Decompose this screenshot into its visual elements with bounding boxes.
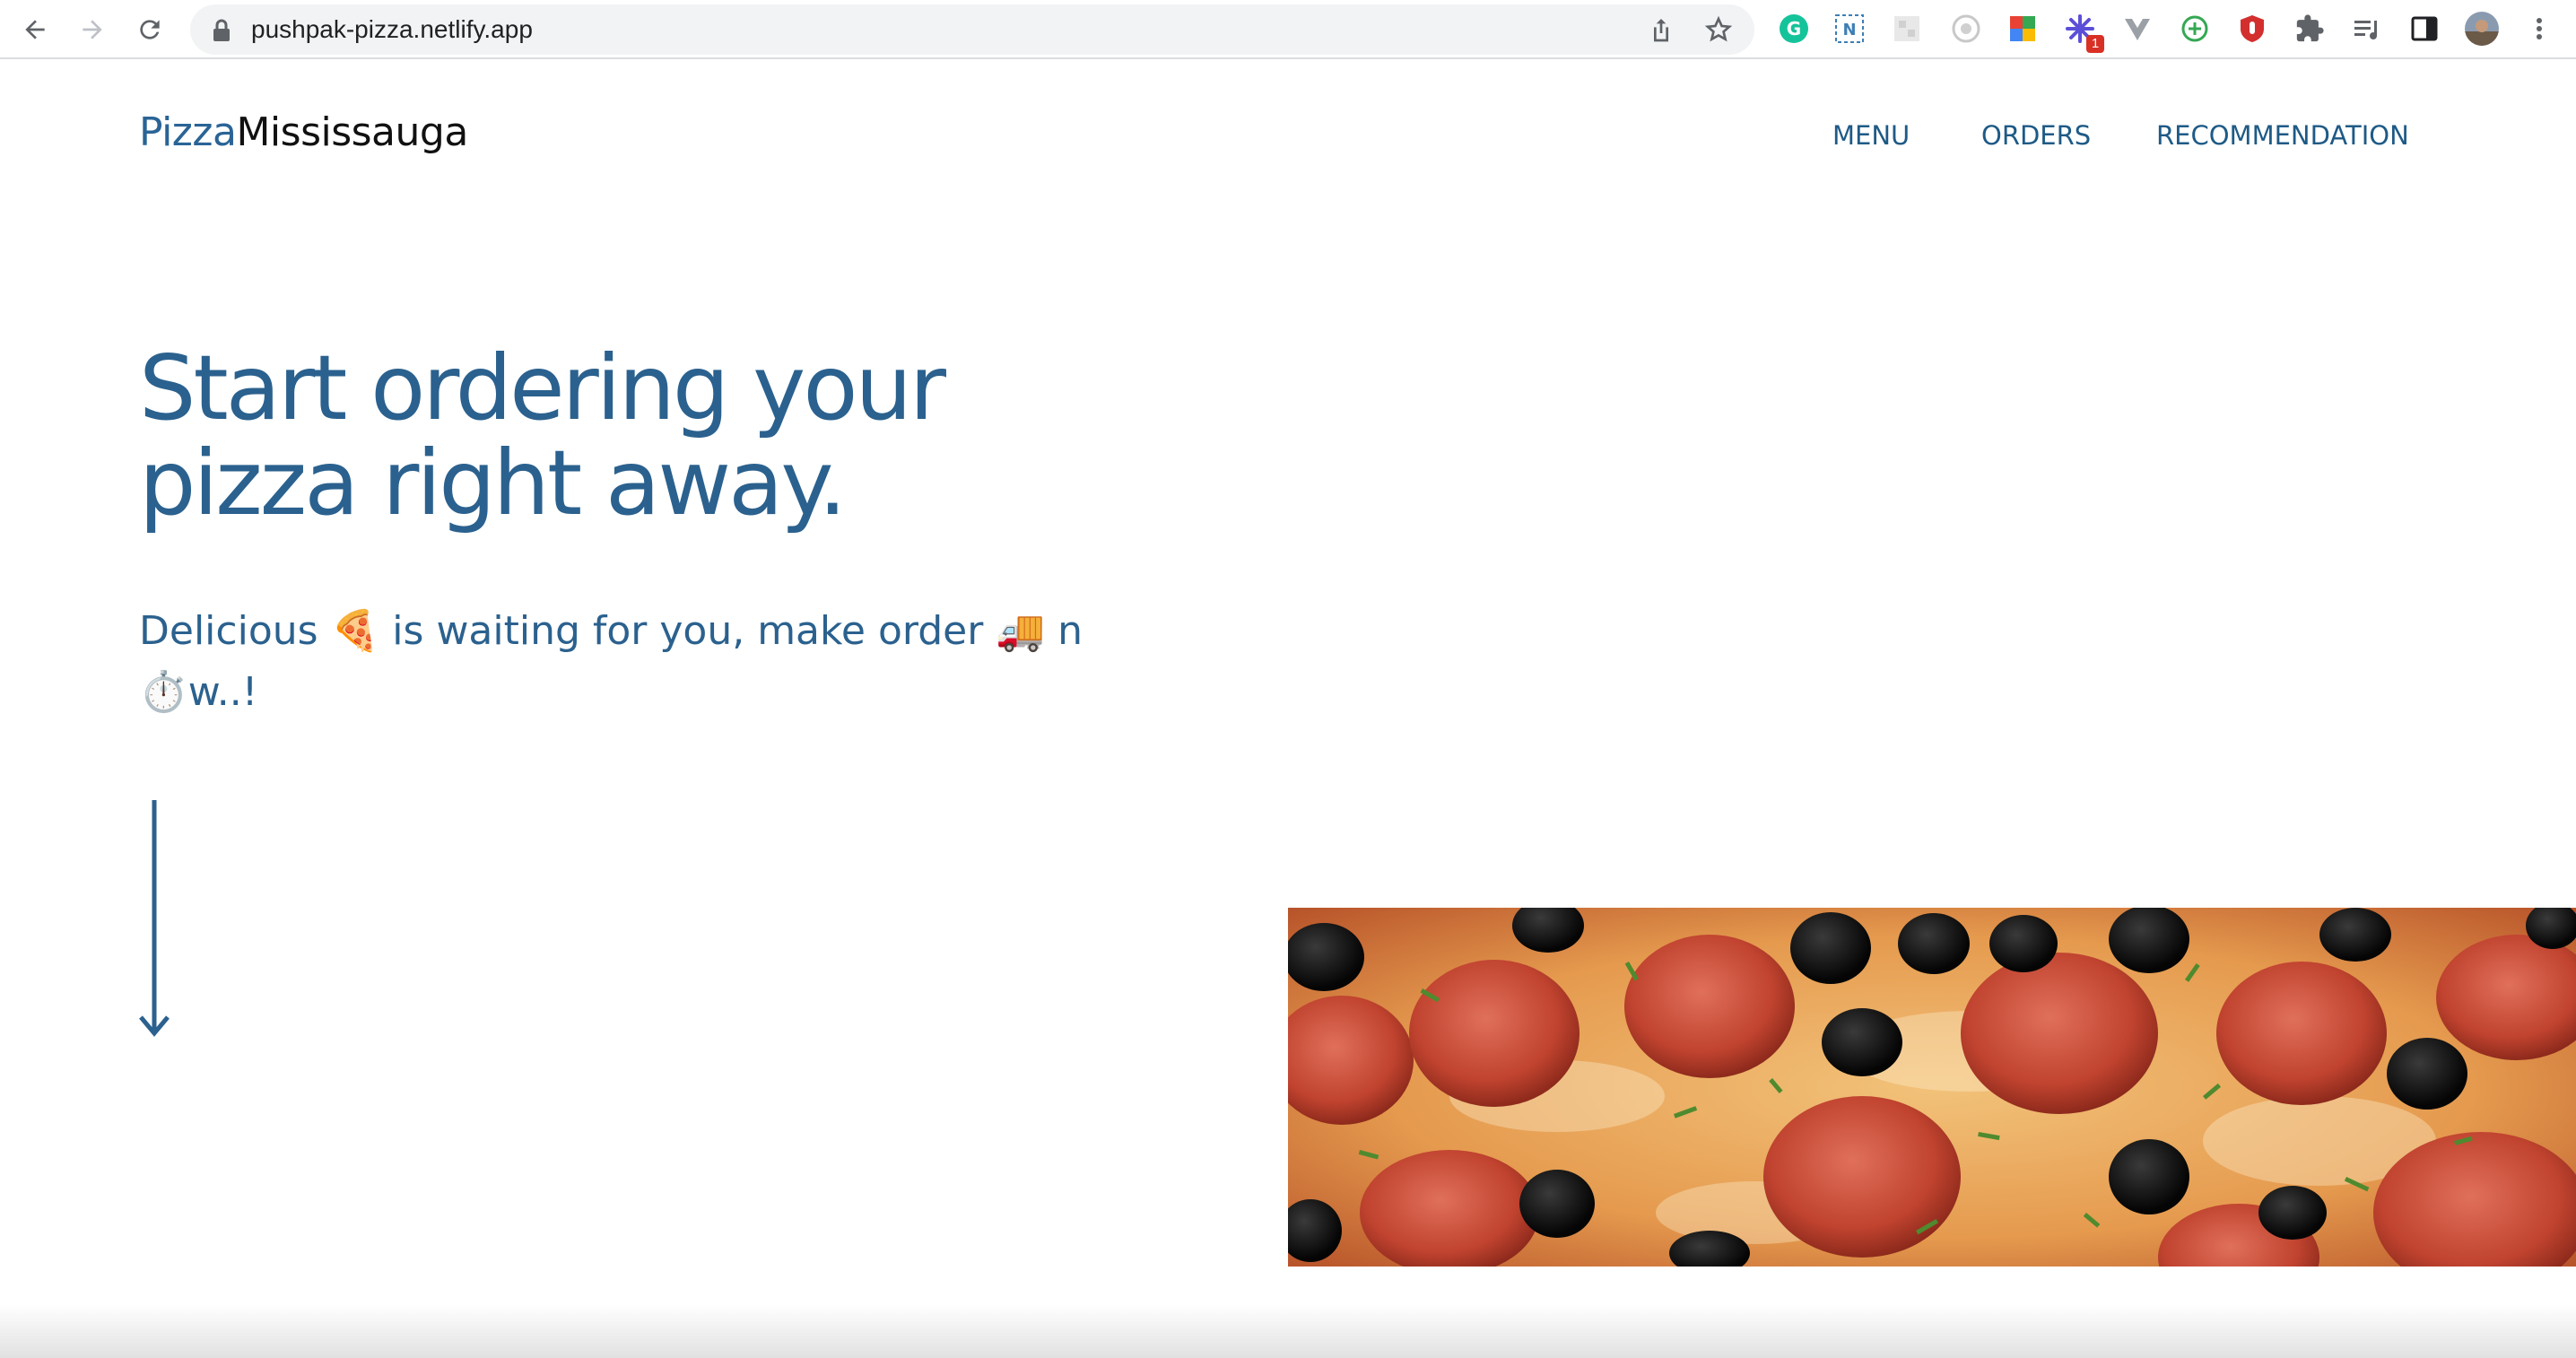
pizza-hero-image [1288,908,2576,1267]
page-fold-shadow [0,1304,2576,1358]
lock-icon [213,19,230,41]
notion-web-clipper-icon[interactable]: N [1832,12,1867,46]
share-icon[interactable] [1647,15,1675,44]
extension-plus-circle-icon[interactable] [2178,12,2212,46]
forward-icon [83,20,102,39]
reload-button[interactable] [129,9,170,50]
nav-recommendation-link[interactable]: RECOMMENDATION [2156,120,2409,151]
logo-mississauga-text: Mississauga [236,109,468,155]
extension-badge: 1 [2086,35,2104,53]
nav-menu-link[interactable]: MENU [1832,120,1910,151]
url-text[interactable]: pushpak-pizza.netlify.app [251,4,533,55]
extension-grid-icon[interactable] [1890,12,1924,46]
hero-title: Start ordering your pizza right away. [139,335,946,535]
ublock-icon[interactable] [2235,12,2269,46]
browser-toolbar: pushpak-pizza.netlify.app G N 1 [0,0,2576,59]
hero-subtitle: Delicious 🍕 is waiting for you, make ord… [139,608,1083,715]
address-bar[interactable]: pushpak-pizza.netlify.app [190,4,1754,55]
svg-text:G: G [1787,18,1801,39]
bookmark-star-icon[interactable] [1704,15,1733,44]
vue-devtools-icon[interactable] [2120,12,2154,46]
site-logo[interactable]: PizzaMississauga [139,109,468,155]
forward-button[interactable] [72,9,113,50]
profile-avatar[interactable] [2465,12,2499,46]
side-panel-icon[interactable] [2407,12,2441,46]
nav-orders-link[interactable]: ORDERS [1981,120,2091,151]
grammarly-icon[interactable]: G [1777,12,1811,46]
chrome-menu-icon[interactable] [2522,12,2556,46]
extension-target-icon[interactable] [1949,12,1983,46]
reload-icon [140,20,160,39]
extensions-puzzle-icon[interactable] [2293,12,2327,46]
back-button[interactable] [14,9,56,50]
scroll-down-arrow-icon[interactable] [138,798,170,1040]
extension-flower-icon[interactable]: 1 [2063,12,2104,53]
back-icon [25,20,45,39]
extension-colorful-icon[interactable] [2006,12,2040,46]
svg-text:N: N [1842,21,1856,39]
logo-pizza-text: Pizza [139,109,237,155]
reading-list-icon[interactable] [2350,12,2384,46]
